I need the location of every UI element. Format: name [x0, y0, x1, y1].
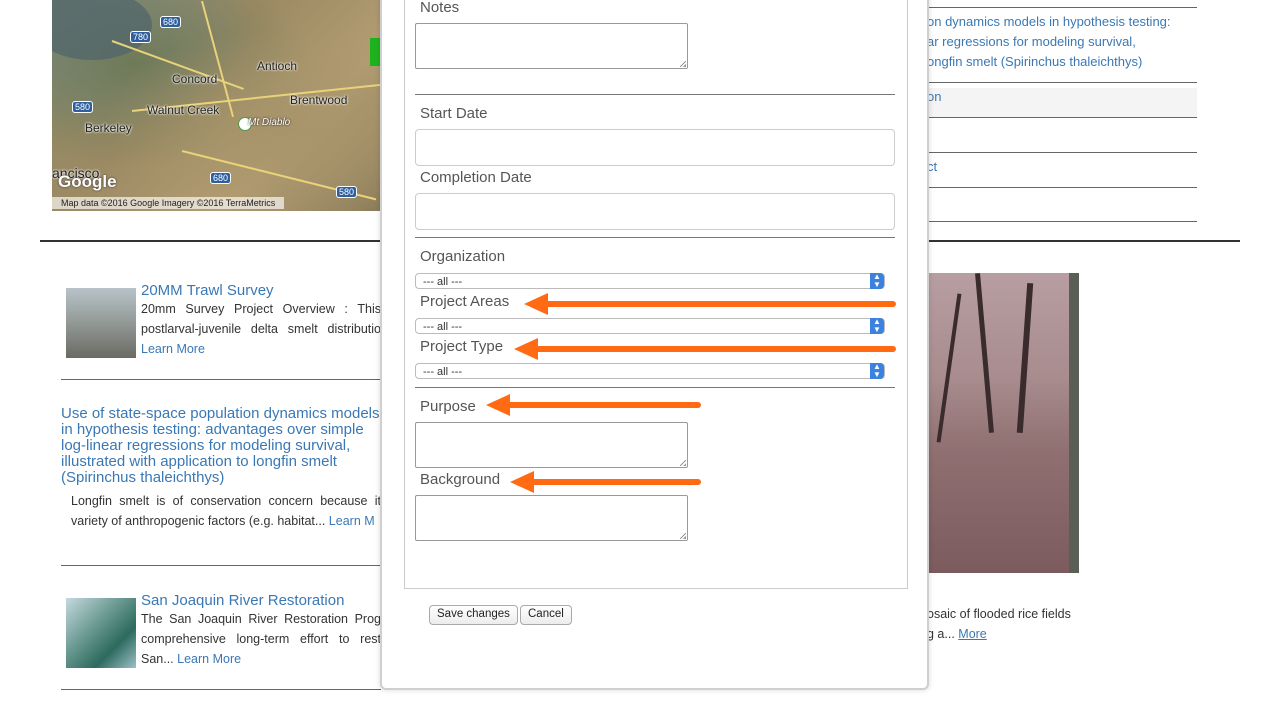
start-date-label: Start Date [420, 105, 488, 122]
cancel-button[interactable]: Cancel [520, 605, 572, 625]
project-title-link[interactable]: Use of state-space population dynamics m… [61, 406, 381, 486]
project-areas-label: Project Areas [420, 293, 510, 310]
project-areas-select[interactable]: --- all --- ▲ ▼ [415, 318, 885, 334]
row-divider [927, 7, 1197, 8]
learn-more-link[interactable]: Learn More [177, 652, 241, 666]
more-link[interactable]: More [958, 627, 986, 641]
background-label: Background [420, 471, 501, 488]
form-divider [415, 387, 895, 388]
related-link[interactable]: ongfin smelt (Spirinchus thaleichthys) [927, 52, 1142, 72]
project-title-link[interactable]: 20MM Trawl Survey [141, 282, 381, 299]
google-logo: Google [58, 172, 117, 191]
notes-textarea[interactable] [415, 23, 688, 69]
landmark-label: Mt Diablo [248, 117, 291, 128]
highway-shield: 580 [72, 101, 94, 113]
highway-shield: 680 [160, 16, 182, 28]
completion-date-label: Completion Date [420, 169, 532, 186]
completion-date-input[interactable] [415, 193, 895, 230]
learn-more-link[interactable]: Learn More [141, 342, 205, 356]
flooded-field-photo[interactable] [927, 273, 1079, 573]
background-textarea[interactable] [415, 495, 688, 541]
project-summary: The San Joaquin River Restoration Prog c… [141, 612, 381, 666]
notes-label: Notes [420, 0, 460, 16]
row-divider [927, 82, 1197, 83]
town-label: Antioch [257, 59, 298, 73]
project-summary: Longfin smelt is of conservation concern… [71, 494, 381, 528]
organization-select[interactable]: --- all --- ▲ ▼ [415, 273, 885, 289]
town-label: Walnut Creek [147, 103, 220, 117]
map-attribution: Map data ©2016 Google Imagery ©2016 Terr… [52, 197, 285, 209]
project-type-label: Project Type [420, 338, 504, 355]
town-label: Berkeley [85, 121, 132, 135]
road [201, 0, 235, 118]
purpose-textarea[interactable] [415, 422, 688, 468]
learn-more-link[interactable]: Learn M [329, 514, 375, 528]
highway-shield: 580 [336, 186, 358, 198]
tree-shape [936, 293, 962, 443]
annotation-arrow-icon [486, 394, 701, 416]
related-link[interactable]: ar regressions for modeling survival, [927, 32, 1136, 52]
save-changes-button[interactable]: Save changes [429, 605, 518, 625]
project-thumbnail[interactable] [66, 598, 136, 668]
form-divider [415, 237, 895, 238]
town-label: Brentwood [290, 93, 348, 107]
form-divider [415, 94, 895, 95]
related-link[interactable]: on dynamics models in hypothesis testing… [927, 12, 1171, 32]
project-summary: 20mm Survey Project Overview : This post… [141, 302, 381, 356]
row-divider [927, 221, 1197, 222]
select-arrows-icon: ▲ ▼ [870, 273, 884, 289]
item-divider [61, 379, 381, 380]
photo-caption: osaic of flooded rice fields g a... More [927, 607, 1071, 641]
project-type-select[interactable]: --- all --- ▲ ▼ [415, 363, 885, 379]
photo-frame [1069, 273, 1079, 573]
annotation-arrow-icon [514, 338, 896, 360]
start-date-input[interactable] [415, 129, 895, 166]
related-link[interactable]: on [927, 87, 941, 107]
row-divider [927, 187, 1197, 188]
highway-shield: 680 [210, 172, 232, 184]
project-title-link[interactable]: San Joaquin River Restoration [141, 592, 381, 609]
list-item: San Joaquin River Restoration The San Jo… [141, 592, 381, 669]
edit-project-modal: Notes Start Date Completion Date Organiz… [380, 0, 929, 690]
row-divider [927, 152, 1197, 153]
select-arrows-icon: ▲ ▼ [870, 318, 884, 334]
highway-shield: 780 [130, 31, 152, 43]
purpose-label: Purpose [420, 398, 476, 415]
tree-shape [1016, 282, 1034, 434]
annotation-arrow-icon [524, 293, 896, 315]
list-item: 20MM Trawl Survey 20mm Survey Project Ov… [141, 282, 381, 359]
town-label: Concord [172, 72, 218, 86]
tree-shape [975, 273, 994, 433]
list-item: Use of state-space population dynamics m… [61, 406, 381, 531]
select-arrows-icon: ▲ ▼ [870, 363, 884, 379]
item-divider [61, 565, 381, 566]
highlighted-row[interactable] [927, 88, 1197, 117]
annotation-arrow-icon [510, 471, 701, 493]
organization-label: Organization [420, 248, 506, 265]
row-divider [927, 117, 1197, 118]
item-divider [61, 689, 381, 690]
map-view[interactable]: 680 780 580 680 580 Concord Antioch Waln… [52, 0, 382, 211]
project-thumbnail[interactable] [66, 288, 136, 358]
